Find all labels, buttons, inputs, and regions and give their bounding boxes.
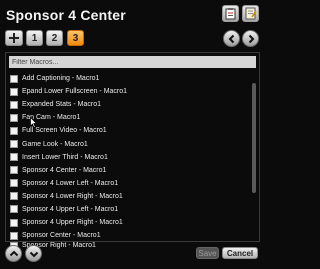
page-title: Sponsor 4 Center <box>6 7 126 23</box>
chevron-down-icon <box>29 251 38 257</box>
list-item[interactable]: Sponsor 4 Upper Right - Macro1 <box>10 216 246 229</box>
tab-1[interactable]: 1 <box>26 30 43 46</box>
checkbox[interactable] <box>10 205 18 214</box>
list-item-label: Add Captioning - Macro1 <box>22 75 100 83</box>
list-item-label: Sponsor Center - Macro1 <box>22 232 101 240</box>
list-item-label: Game Look - Macro1 <box>22 140 88 148</box>
filter-input[interactable] <box>9 56 256 68</box>
clipboard-icon[interactable] <box>222 5 239 22</box>
list-item[interactable]: Add Captioning - Macro1 <box>10 72 246 85</box>
scroll-up-button[interactable] <box>5 245 22 262</box>
checkbox[interactable] <box>10 113 18 122</box>
list-item-label: Sponsor 4 Upper Left - Macro1 <box>22 205 119 213</box>
checkbox[interactable] <box>10 192 18 201</box>
list-item[interactable]: Expanded Stats - Macro1 <box>10 98 246 111</box>
tab-2[interactable]: 2 <box>46 30 63 46</box>
list-item-label: Sponsor 4 Lower Right - Macro1 <box>22 192 123 200</box>
list-item-label: Epand Lower Fullscreen - Macro1 <box>22 88 128 96</box>
list-item[interactable]: Sponsor 4 Center - Macro1 <box>10 164 246 177</box>
notes-icon[interactable] <box>242 5 259 22</box>
checkbox[interactable] <box>10 179 18 188</box>
list-item-label: Expanded Stats - Macro1 <box>22 101 101 109</box>
tab-3[interactable]: 3 <box>67 30 84 46</box>
checkbox[interactable] <box>10 166 18 175</box>
forward-arrow-icon <box>248 34 254 43</box>
checkbox[interactable] <box>10 126 18 135</box>
list-item[interactable]: Sponsor Center - Macro1 <box>10 229 246 242</box>
scroll-down-button[interactable] <box>25 245 42 262</box>
list-item[interactable]: Sponsor 4 Upper Left - Macro1 <box>10 203 246 216</box>
list-item[interactable]: Epand Lower Fullscreen - Macro1 <box>10 85 246 98</box>
save-button[interactable]: Save <box>196 247 219 259</box>
scrollbar[interactable] <box>252 83 256 193</box>
cancel-button[interactable]: Cancel <box>222 247 258 259</box>
checkbox[interactable] <box>10 140 18 149</box>
list-item[interactable]: Full Screen Video - Macro1 <box>10 124 246 137</box>
add-button[interactable] <box>5 30 23 46</box>
chevron-up-icon <box>9 250 18 256</box>
list-item[interactable]: Fan Cam - Macro1 <box>10 111 246 124</box>
checkbox[interactable] <box>10 74 18 83</box>
macro-list-panel: Add Captioning - Macro1 Epand Lower Full… <box>5 52 260 251</box>
checkbox[interactable] <box>10 87 18 96</box>
list-item-label: Sponsor 4 Lower Left - Macro1 <box>22 179 119 187</box>
checkbox[interactable] <box>10 231 18 240</box>
forward-button[interactable] <box>242 30 259 47</box>
back-arrow-icon <box>228 34 234 43</box>
list-item[interactable]: Sponsor 4 Lower Left - Macro1 <box>10 177 246 190</box>
mouse-cursor-icon <box>30 115 38 133</box>
list-item[interactable]: Game Look - Macro1 <box>10 137 246 150</box>
list-item-label: Sponsor 4 Upper Right - Macro1 <box>22 219 123 227</box>
checkbox[interactable] <box>10 153 18 162</box>
checkbox[interactable] <box>10 100 18 109</box>
macro-list: Add Captioning - Macro1 Epand Lower Full… <box>10 72 246 251</box>
list-item[interactable]: Insert Lower Third - Macro1 <box>10 151 246 164</box>
list-item-label: Insert Lower Third - Macro1 <box>22 153 108 161</box>
back-button[interactable] <box>223 30 240 47</box>
list-item-label: Sponsor 4 Center - Macro1 <box>22 166 107 174</box>
checkbox[interactable] <box>10 218 18 227</box>
plus-icon <box>9 33 19 43</box>
list-item[interactable]: Sponsor 4 Lower Right - Macro1 <box>10 190 246 203</box>
